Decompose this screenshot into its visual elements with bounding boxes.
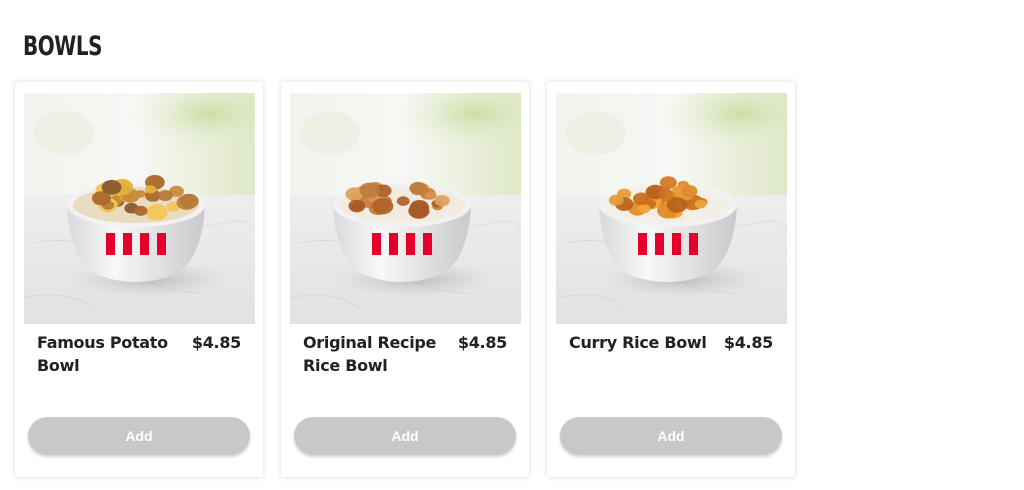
product-info: Original Recipe Rice Bowl $4.85: [303, 331, 507, 377]
section-title: BOWLS: [23, 31, 103, 62]
add-button[interactable]: Add: [560, 417, 782, 455]
add-button[interactable]: Add: [28, 417, 250, 455]
bowl-photo: [556, 93, 787, 324]
product-card-list: Famous Potato Bowl $4.85 Add Original Re…: [15, 82, 795, 477]
product-image[interactable]: [290, 93, 521, 324]
product-card-curry-rice-bowl[interactable]: Curry Rice Bowl $4.85 Add: [547, 82, 795, 477]
bowl-photo: [24, 93, 255, 324]
product-card-original-recipe-rice-bowl[interactable]: Original Recipe Rice Bowl $4.85 Add: [281, 82, 529, 477]
product-price: $4.85: [457, 333, 507, 352]
product-image[interactable]: [556, 93, 787, 324]
bowl-photo: [290, 93, 521, 324]
product-name[interactable]: Original Recipe Rice Bowl: [303, 331, 458, 377]
product-price: $4.85: [723, 333, 773, 352]
product-image[interactable]: [24, 93, 255, 324]
product-price: $4.85: [191, 333, 241, 352]
add-button[interactable]: Add: [294, 417, 516, 455]
product-name[interactable]: Curry Rice Bowl: [569, 331, 707, 354]
product-name[interactable]: Famous Potato Bowl: [37, 331, 192, 377]
product-card-famous-potato-bowl[interactable]: Famous Potato Bowl $4.85 Add: [15, 82, 263, 477]
product-info: Famous Potato Bowl $4.85: [37, 331, 241, 377]
product-info: Curry Rice Bowl $4.85: [569, 331, 773, 354]
